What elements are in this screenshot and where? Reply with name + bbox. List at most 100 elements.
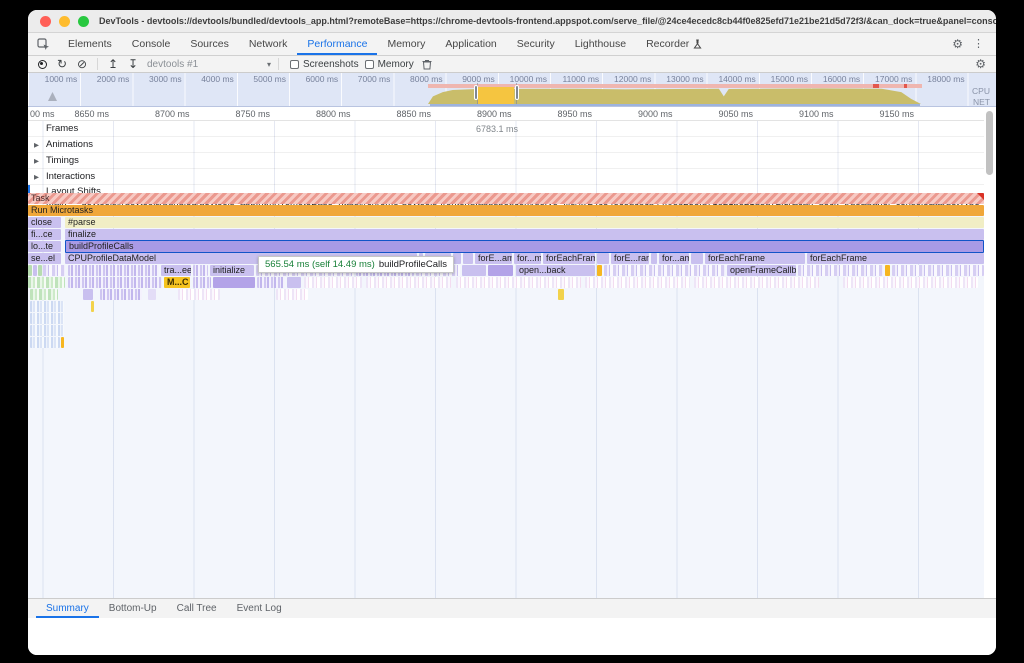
selection-handle-right[interactable] xyxy=(515,85,519,100)
capture-settings-gear-icon[interactable]: ⚙ xyxy=(975,58,996,70)
load-profile-button[interactable]: ↥ xyxy=(103,58,123,70)
flame-event[interactable] xyxy=(193,277,211,288)
flame-event[interactable] xyxy=(558,289,564,300)
flame-event-buildprofilecalls[interactable]: buildProfileCalls xyxy=(65,240,984,253)
flame-event[interactable] xyxy=(597,265,602,276)
flame-event-fore-rame[interactable]: forE...rame xyxy=(611,253,649,264)
flame-event[interactable] xyxy=(68,277,162,288)
tab-console[interactable]: Console xyxy=(122,33,181,55)
flame-event[interactable] xyxy=(694,277,819,288)
reload-and-record-button[interactable]: ↻ xyxy=(52,58,72,70)
flame-event[interactable] xyxy=(453,253,461,264)
track-row-interactions[interactable]: ▶Interactions xyxy=(28,169,984,185)
flame-event-for-ame[interactable]: for...ame xyxy=(659,253,689,264)
flame-chart-area[interactable]: 00 ms 8650 ms8700 ms8750 ms8800 ms8850 m… xyxy=(28,107,996,598)
tab-event-log[interactable]: Event Log xyxy=(227,599,292,618)
minimize-window-button[interactable] xyxy=(59,16,70,27)
chevron-collapsed-icon[interactable]: ▶ xyxy=(34,141,39,149)
settings-gear-icon[interactable]: ⚙ xyxy=(952,38,963,50)
flame-event[interactable] xyxy=(43,265,65,276)
tab-recorder[interactable]: Recorder xyxy=(636,33,712,55)
flame-event[interactable] xyxy=(604,265,725,276)
flame-event[interactable] xyxy=(68,265,159,276)
flame-event-run-microtasks[interactable]: Run Microtasks xyxy=(28,205,984,216)
flame-event-m-c[interactable]: M...C xyxy=(164,277,190,288)
track-row-frames[interactable]: Frames xyxy=(28,121,984,137)
tab-sources[interactable]: Sources xyxy=(180,33,239,55)
tab-call-tree[interactable]: Call Tree xyxy=(167,599,227,618)
flame-event-task[interactable]: Task xyxy=(28,193,984,204)
tab-bottom-up[interactable]: Bottom-Up xyxy=(99,599,167,618)
save-profile-button[interactable]: ↧ xyxy=(123,58,143,70)
selection-handle-left[interactable] xyxy=(474,85,478,100)
flame-event[interactable] xyxy=(30,337,60,348)
flame-event[interactable] xyxy=(585,277,690,288)
flame-event-foreachframe[interactable]: forEachFrame xyxy=(705,253,805,264)
vertical-scrollbar[interactable] xyxy=(986,111,993,175)
flame-event[interactable] xyxy=(100,289,142,300)
tab-elements[interactable]: Elements xyxy=(58,33,122,55)
flame-event[interactable] xyxy=(843,277,978,288)
inspect-element-icon[interactable] xyxy=(28,33,58,55)
tab-performance[interactable]: Performance xyxy=(297,33,377,55)
tab-application[interactable]: Application xyxy=(435,33,506,55)
flame-event[interactable] xyxy=(30,325,64,336)
flame-event-foreachframe[interactable]: forEachFrame xyxy=(543,253,595,264)
flame-event[interactable] xyxy=(892,265,984,276)
tab-memory[interactable]: Memory xyxy=(377,33,435,55)
flame-event[interactable] xyxy=(798,265,883,276)
timeline-overview[interactable]: 1000 ms2000 ms3000 ms4000 ms5000 ms6000 … xyxy=(28,73,996,107)
flame-event-openframecallback[interactable]: openFrameCallback xyxy=(727,265,796,276)
flame-event[interactable] xyxy=(28,277,65,288)
flame-event-open-back[interactable]: open...back xyxy=(516,265,595,276)
flame-event-fi-ce[interactable]: fi...ce xyxy=(28,229,61,240)
close-window-button[interactable] xyxy=(40,16,51,27)
track-row-timings[interactable]: ▶Timings xyxy=(28,153,984,169)
flame-event-initialize[interactable]: initialize xyxy=(210,265,254,276)
flame-event-lo-te[interactable]: lo...te xyxy=(28,241,61,252)
flame-event[interactable] xyxy=(463,253,473,264)
flame-event[interactable] xyxy=(597,253,609,264)
track-row-animations[interactable]: ▶Animations xyxy=(28,137,984,153)
more-options-icon[interactable]: ⋮ xyxy=(973,39,984,50)
flame-event[interactable] xyxy=(148,289,156,300)
profile-select[interactable]: devtools #1 ▾ xyxy=(143,59,273,70)
flame-event[interactable] xyxy=(287,277,301,288)
flame-event[interactable] xyxy=(304,277,362,288)
flame-event-parse[interactable]: #parse xyxy=(65,217,984,228)
flame-event[interactable] xyxy=(30,301,64,312)
flame-event[interactable] xyxy=(30,289,58,300)
flame-event[interactable] xyxy=(366,277,451,288)
flame-event[interactable] xyxy=(28,265,32,276)
flame-event[interactable] xyxy=(193,265,208,276)
tab-lighthouse[interactable]: Lighthouse xyxy=(565,33,636,55)
flame-event-foreachframe[interactable]: forEachFrame xyxy=(807,253,984,264)
zoom-window-button[interactable] xyxy=(78,16,89,27)
flame-event[interactable] xyxy=(488,265,513,276)
flame-event-for-me[interactable]: for...me xyxy=(514,253,541,264)
flame-event[interactable] xyxy=(885,265,890,276)
memory-checkbox[interactable] xyxy=(365,60,374,69)
flame-event[interactable] xyxy=(30,313,64,324)
flame-event[interactable] xyxy=(33,265,37,276)
trash-icon[interactable] xyxy=(422,59,432,70)
tab-security[interactable]: Security xyxy=(507,33,565,55)
clear-recording-button[interactable]: ⊘ xyxy=(72,58,92,70)
flame-event[interactable] xyxy=(83,289,93,300)
flame-event-tra-ee[interactable]: tra...ee xyxy=(161,265,191,276)
flame-event-close[interactable]: close xyxy=(28,217,61,228)
record-button[interactable] xyxy=(32,60,52,69)
flame-event-fore-ame[interactable]: forE...ame xyxy=(475,253,512,264)
chevron-collapsed-icon[interactable]: ▶ xyxy=(34,157,39,165)
flame-event[interactable] xyxy=(651,253,657,264)
flame-event[interactable] xyxy=(61,337,64,348)
flame-event[interactable] xyxy=(178,289,220,300)
overview-selected-range[interactable] xyxy=(478,87,514,104)
flame-event-finalize[interactable]: finalize xyxy=(65,229,984,240)
flame-event[interactable] xyxy=(462,265,486,276)
tab-summary[interactable]: Summary xyxy=(36,599,99,618)
flame-event[interactable] xyxy=(456,277,581,288)
flame-event[interactable] xyxy=(691,253,703,264)
flame-event[interactable] xyxy=(38,265,42,276)
flame-event[interactable] xyxy=(91,301,94,312)
